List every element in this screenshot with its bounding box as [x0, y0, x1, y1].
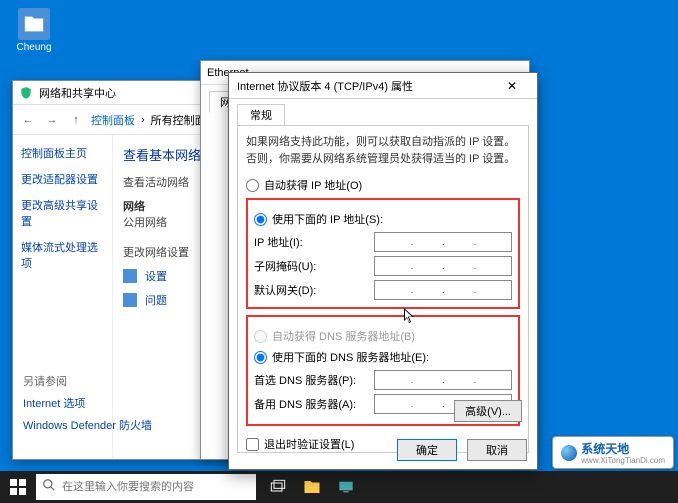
radio-use-ip[interactable]: 使用下面的 IP 地址(S):	[254, 211, 512, 227]
radio-auto-ip[interactable]: 自动获得 IP 地址(O)	[246, 177, 520, 193]
manual-ip-section: 使用下面的 IP 地址(S): IP 地址(I): ... 子网掩码(U): .…	[246, 198, 520, 309]
shield-icon	[19, 86, 33, 100]
setup-link[interactable]: 设置	[145, 268, 167, 284]
sidebar-adapter-settings[interactable]: 更改适配器设置	[21, 171, 104, 187]
taskbar	[0, 471, 678, 503]
gateway-input[interactable]: ...	[374, 280, 512, 300]
tab-general[interactable]: 常规	[237, 104, 285, 126]
taskbar-app-explorer[interactable]	[296, 471, 328, 503]
radio-input	[254, 330, 267, 343]
start-button[interactable]	[0, 471, 36, 503]
search-icon	[42, 478, 56, 497]
radio-label: 自动获得 IP 地址(O)	[264, 177, 362, 193]
breadcrumb[interactable]: 控制面板	[91, 112, 135, 128]
watermark: 系统天地 www.XiTongTianDi.com	[552, 436, 674, 469]
back-button[interactable]: ←	[19, 111, 37, 129]
radio-input[interactable]	[254, 213, 267, 226]
folder-icon	[303, 478, 321, 496]
radio-label: 使用下面的 DNS 服务器地址(E):	[272, 349, 429, 365]
up-button[interactable]: ↑	[67, 111, 85, 129]
diagnose-icon	[123, 293, 137, 307]
window-title: Internet 协议版本 4 (TCP/IPv4) 属性	[237, 78, 495, 94]
windows-icon	[10, 479, 26, 495]
subnet-mask-label: 子网掩码(U):	[254, 258, 374, 274]
tcp-ipv4-properties-dialog: Internet 协议版本 4 (TCP/IPv4) 属性 ✕ 常规 如果网络支…	[228, 72, 538, 470]
close-button[interactable]: ✕	[495, 76, 529, 96]
ip-address-label: IP 地址(I):	[254, 234, 374, 250]
cancel-button[interactable]: 取消	[467, 439, 527, 461]
description-text: 如果网络支持此功能，则可以获取自动指派的 IP 设置。否则，你需要从网络系统管理…	[246, 134, 520, 167]
defender-firewall-link[interactable]: Windows Defender 防火墙	[23, 417, 152, 433]
sidebar-advanced-sharing[interactable]: 更改高级共享设置	[21, 197, 104, 229]
watermark-url: www.XiTongTianDi.com	[581, 457, 665, 465]
search-input[interactable]	[62, 481, 250, 493]
alternate-dns-label: 备用 DNS 服务器(A):	[254, 396, 374, 412]
window-titlebar[interactable]: Internet 协议版本 4 (TCP/IPv4) 属性 ✕	[229, 73, 537, 99]
radio-input[interactable]	[254, 351, 267, 364]
sidebar-home[interactable]: 控制面板主页	[21, 145, 104, 161]
sidebar-media-stream[interactable]: 媒体流式处理选项	[21, 239, 104, 271]
radio-auto-dns: 自动获得 DNS 服务器地址(B)	[254, 328, 512, 344]
checkbox-label: 退出时验证设置(L)	[264, 436, 354, 452]
internet-options-link[interactable]: Internet 选项	[23, 395, 152, 411]
folder-icon	[18, 8, 50, 40]
preferred-dns-input[interactable]: ...	[374, 370, 512, 390]
network-name: 网络	[123, 201, 145, 213]
radio-label: 自动获得 DNS 服务器地址(B)	[272, 328, 415, 344]
see-also-title: 另请参阅	[23, 373, 152, 389]
preferred-dns-label: 首选 DNS 服务器(P):	[254, 372, 374, 388]
ip-address-input[interactable]: ...	[374, 232, 512, 252]
taskbar-search[interactable]	[36, 474, 256, 500]
forward-button[interactable]: →	[43, 111, 61, 129]
desktop-icon-label: Cheung	[16, 42, 51, 53]
globe-icon	[561, 445, 577, 461]
task-view-icon	[270, 479, 286, 495]
settings-icon	[123, 269, 137, 283]
see-also: 另请参阅 Internet 选项 Windows Defender 防火墙	[23, 373, 152, 439]
advanced-button[interactable]: 高级(V)...	[454, 400, 522, 422]
gateway-label: 默认网关(D):	[254, 282, 374, 298]
radio-use-dns[interactable]: 使用下面的 DNS 服务器地址(E):	[254, 349, 512, 365]
subnet-mask-input[interactable]: ...	[374, 256, 512, 276]
monitor-icon	[338, 479, 354, 495]
task-view-button[interactable]	[262, 471, 294, 503]
desktop-user-folder[interactable]: Cheung	[12, 8, 56, 53]
diagnose-link[interactable]: 问题	[145, 292, 167, 308]
taskbar-app-settings[interactable]	[330, 471, 362, 503]
ok-button[interactable]: 确定	[397, 439, 457, 461]
watermark-brand: 系统天地	[581, 442, 629, 456]
radio-label: 使用下面的 IP 地址(S):	[272, 211, 383, 227]
radio-input[interactable]	[246, 179, 259, 192]
window-title: 网络和共享中心	[39, 85, 116, 101]
checkbox-input[interactable]	[246, 438, 259, 451]
